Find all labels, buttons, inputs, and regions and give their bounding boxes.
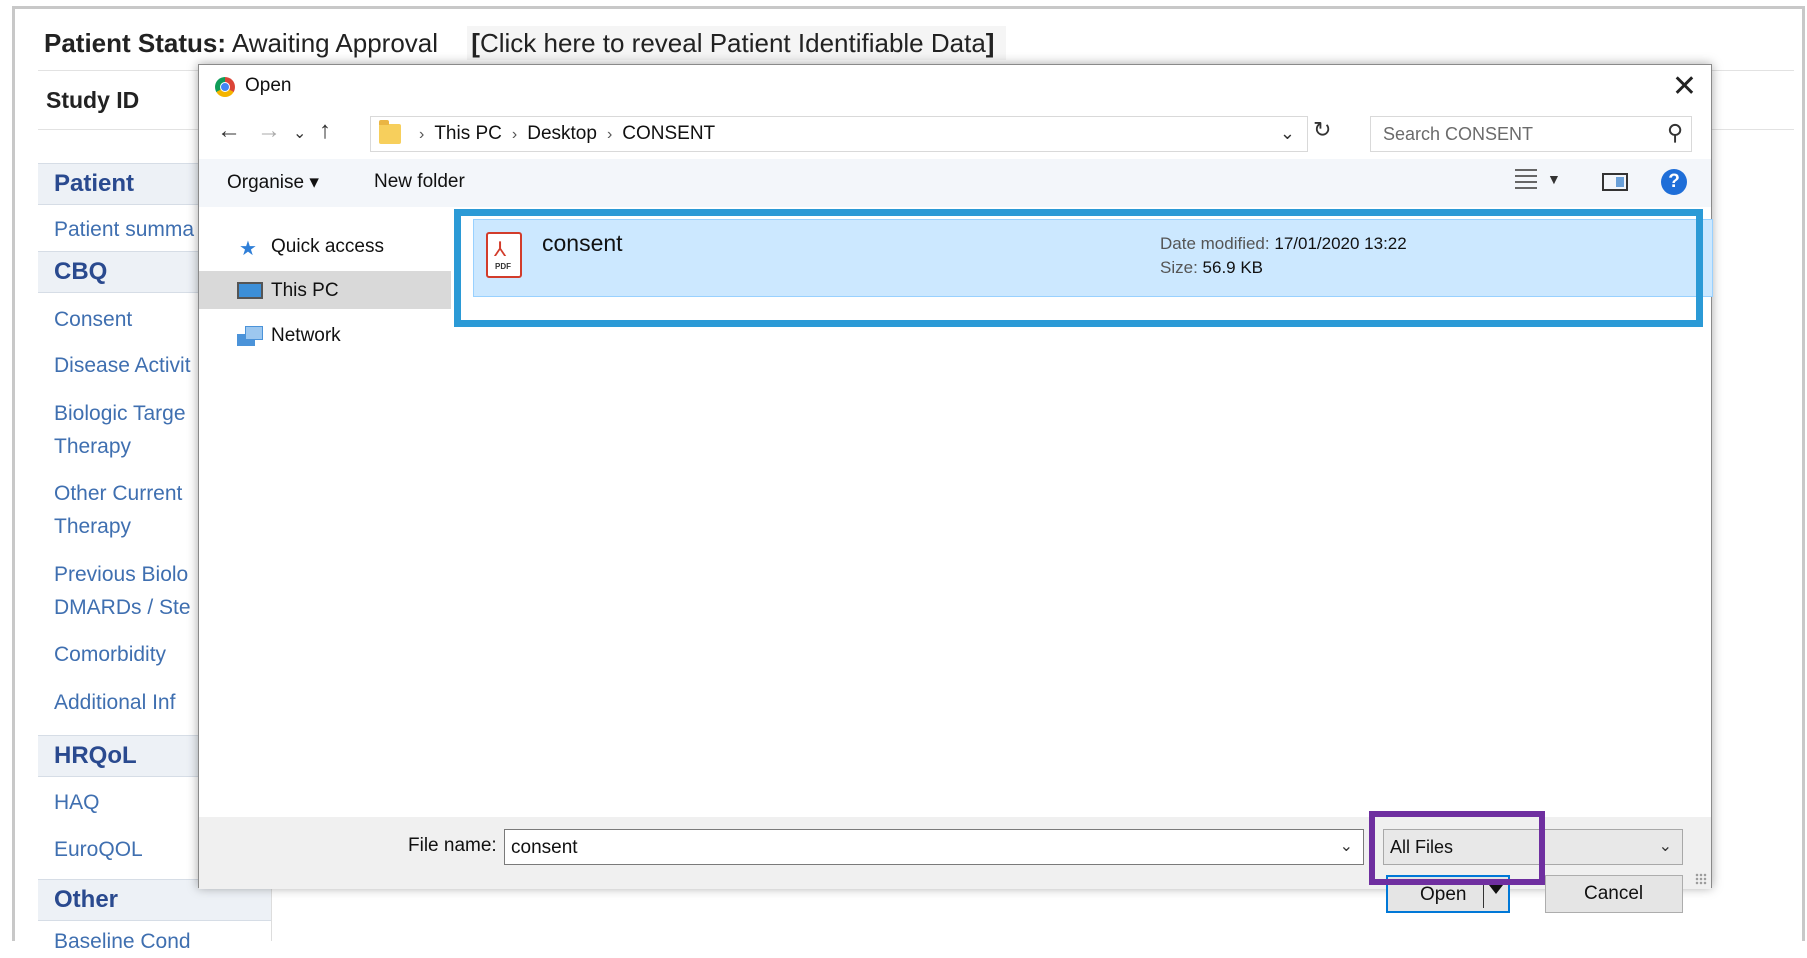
help-icon[interactable]: ?: [1661, 169, 1687, 195]
study-id-label: Study ID: [46, 87, 140, 113]
dialog-toolbar: Organise ▾ New folder ▼ ?: [199, 159, 1711, 207]
star-icon: ★: [239, 238, 257, 260]
crumb-desktop[interactable]: Desktop: [527, 123, 597, 144]
status-label: Patient Status:: [44, 28, 227, 58]
file-name-label: File name:: [408, 835, 497, 856]
reveal-link-text: Click here to reveal Patient Identifiabl…: [479, 28, 986, 58]
chevron-down-icon: ⌄: [1658, 838, 1672, 855]
breadcrumb: › This PC › Desktop › CONSENT: [409, 123, 715, 145]
address-bar[interactable]: › This PC › Desktop › CONSENT ⌄: [370, 116, 1308, 152]
sidebar-item-baseline[interactable]: Baseline Cond: [54, 925, 264, 958]
nav-item-label: Network: [271, 325, 341, 346]
open-button-highlight-box: [1369, 811, 1545, 885]
back-arrow-icon[interactable]: ←: [217, 117, 241, 145]
crumb-separator: ›: [419, 126, 425, 143]
chrome-icon: [215, 77, 235, 97]
chevron-down-icon[interactable]: ⌄: [1280, 123, 1295, 144]
cancel-button[interactable]: Cancel: [1545, 875, 1683, 913]
nav-item-this-pc[interactable]: This PC: [199, 271, 451, 309]
section-title: CBQ: [54, 258, 108, 285]
search-placeholder: Search CONSENT: [1383, 124, 1534, 144]
computer-icon: [237, 282, 263, 299]
crumb-separator: ›: [606, 126, 613, 143]
navigation-pane: ★ Quick access This PC Network: [199, 207, 452, 817]
section-title: HRQoL: [54, 742, 137, 769]
section-title: Patient: [54, 170, 135, 197]
reveal-bracket-open: [: [471, 28, 480, 58]
patient-status: Patient Status: Awaiting Approval [Click…: [44, 26, 1007, 60]
chevron-down-icon[interactable]: ⌄: [1340, 836, 1353, 856]
search-icon: ⚲: [1666, 120, 1683, 145]
dialog-title: Open: [245, 75, 292, 96]
nav-item-network[interactable]: Network: [199, 316, 451, 354]
crumb-consent[interactable]: CONSENT: [622, 123, 715, 144]
file-name-value: consent: [511, 837, 578, 858]
folder-icon: [379, 120, 401, 144]
resize-grip-icon[interactable]: [1695, 873, 1707, 885]
view-options-icon[interactable]: [1515, 169, 1537, 193]
caret-down-icon[interactable]: ▼: [1547, 171, 1561, 187]
caret-down-icon[interactable]: [1489, 885, 1503, 894]
nav-item-label: This PC: [271, 280, 339, 301]
file-highlight-box: [454, 209, 1703, 327]
nav-item-quick-access[interactable]: ★ Quick access: [199, 227, 451, 265]
reveal-pid-link[interactable]: [Click here to reveal Patient Identifiab…: [467, 26, 1007, 60]
close-icon[interactable]: ✕: [1672, 69, 1697, 104]
crumb-this-pc[interactable]: This PC: [434, 123, 502, 144]
cancel-button-label: Cancel: [1584, 883, 1644, 904]
organise-menu-button[interactable]: Organise ▾: [227, 171, 319, 194]
section-title: Other: [54, 886, 119, 913]
file-name-input[interactable]: consent ⌄: [504, 829, 1364, 865]
dialog-titlebar: Open ✕: [199, 65, 1711, 111]
new-folder-button[interactable]: New folder: [374, 171, 465, 193]
crumb-separator: ›: [511, 126, 518, 143]
recent-locations-chevron-icon[interactable]: ⌄: [293, 123, 306, 143]
refresh-icon[interactable]: ↻: [1313, 117, 1331, 143]
network-icon: [237, 326, 263, 346]
nav-item-label: Quick access: [271, 236, 384, 257]
search-input[interactable]: Search CONSENT ⚲: [1370, 116, 1692, 152]
preview-pane-icon[interactable]: [1602, 173, 1628, 191]
reveal-bracket-close: ]: [985, 28, 995, 58]
status-value: Awaiting Approval: [231, 28, 439, 58]
up-arrow-icon[interactable]: ↑: [319, 117, 331, 145]
address-row: ← → ⌄ ↑ › This PC › Desktop › CONSENT ⌄ ↻ Sea…: [199, 111, 1711, 159]
forward-arrow-icon[interactable]: →: [257, 117, 281, 145]
open-button-label: Open: [1420, 884, 1467, 905]
open-file-dialog: Open ✕ ← → ⌄ ↑ › This PC › Desktop › CONSENT …: [198, 64, 1713, 913]
